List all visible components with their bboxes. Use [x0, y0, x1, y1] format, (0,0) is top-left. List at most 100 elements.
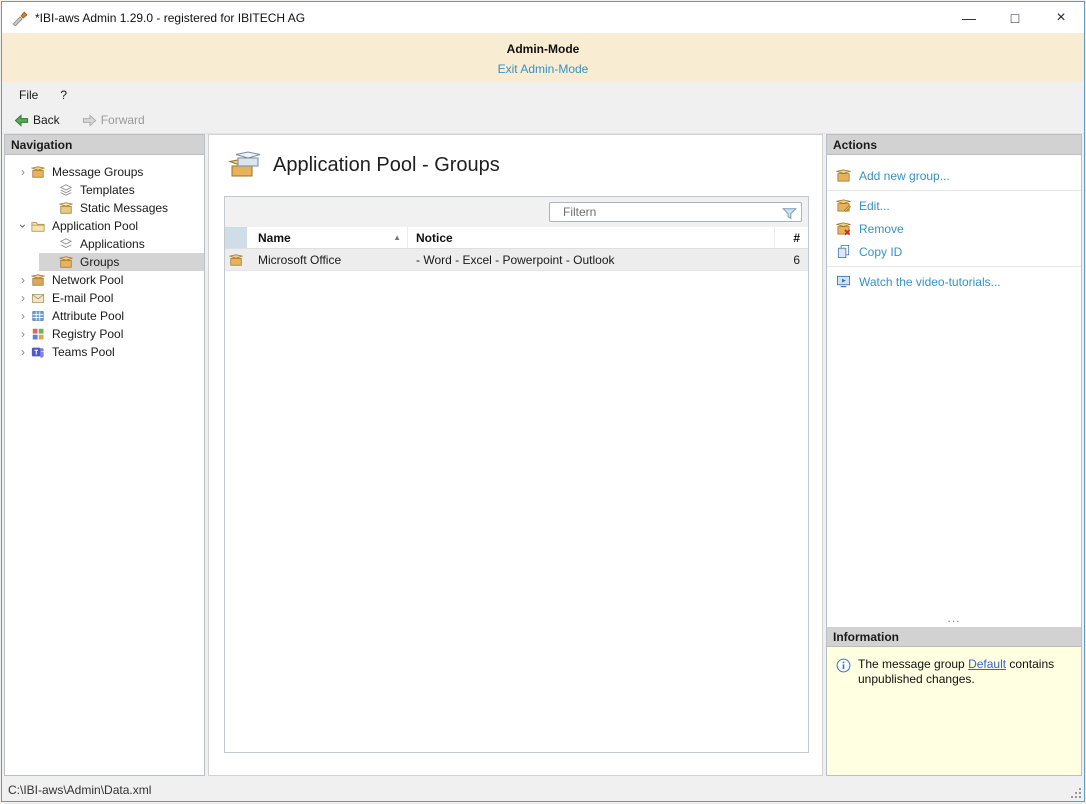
edit-group-box-icon: [836, 198, 851, 213]
menu-help[interactable]: ?: [49, 85, 78, 105]
filter-funnel-icon[interactable]: [781, 205, 798, 220]
admin-mode-banner: Admin-Mode Exit Admin-Mode: [2, 33, 1084, 82]
nav-item-templates[interactable]: Templates: [5, 181, 204, 199]
menu-file[interactable]: File: [8, 85, 49, 105]
table-header: Name ▲ Notice #: [225, 227, 808, 249]
nav-item-network-pool[interactable]: › Network Pool: [5, 271, 204, 289]
video-tutorial-icon: [836, 274, 851, 289]
sort-ascending-icon: ▲: [393, 233, 401, 242]
filter-row: [225, 197, 808, 227]
nav-item-label: Groups: [80, 255, 119, 269]
video-tutorials-link[interactable]: Watch the video-tutorials...: [827, 270, 1081, 293]
nav-item-label: Applications: [80, 237, 145, 251]
data-file-path: C:\IBI-aws\Admin\Data.xml: [8, 783, 151, 797]
nav-item-message-groups[interactable]: › Message Groups: [5, 163, 204, 181]
maximize-button[interactable]: □: [992, 2, 1038, 33]
app-window: *IBI-aws Admin 1.29.0 - registered for I…: [1, 1, 1085, 802]
information-message: The message group Default contains unpub…: [858, 657, 1072, 765]
toolbar: Back Forward: [2, 107, 1084, 134]
nav-item-registry-pool[interactable]: › Registry Pool: [5, 325, 204, 343]
right-panel: Actions Add new group... Edit... Remove: [826, 134, 1082, 776]
table-empty-area: [225, 271, 808, 752]
nav-item-label: Templates: [80, 183, 135, 197]
minimize-button[interactable]: —: [946, 2, 992, 33]
icon-column-header[interactable]: [225, 227, 247, 248]
groups-stack-icon: [226, 150, 262, 180]
chevron-right-icon[interactable]: ›: [15, 292, 31, 304]
nav-item-label: Registry Pool: [52, 327, 123, 341]
nav-item-attribute-pool[interactable]: › Attribute Pool: [5, 307, 204, 325]
remove-link[interactable]: Remove: [827, 217, 1081, 240]
menu-bar: File ?: [2, 82, 1084, 107]
message-groups-box-icon: [31, 165, 47, 179]
add-new-group-link[interactable]: Add new group...: [827, 164, 1081, 187]
app-logo-icon: [11, 9, 28, 26]
separator: [827, 266, 1081, 267]
teams-pool-icon: [31, 345, 47, 359]
count-column-header[interactable]: #: [775, 227, 808, 248]
name-column-label: Name: [258, 231, 291, 245]
back-label: Back: [33, 113, 60, 127]
action-label: Copy ID: [859, 245, 902, 259]
group-box-icon: [229, 253, 243, 267]
row-icon-cell: [225, 249, 247, 270]
copy-id-link[interactable]: Copy ID: [827, 240, 1081, 263]
row-name-cell: Microsoft Office: [247, 249, 408, 270]
attribute-pool-grid-icon: [31, 309, 47, 323]
navigation-panel: Navigation › Message Groups Templates St…: [4, 134, 205, 776]
exit-admin-mode-link[interactable]: Exit Admin-Mode: [2, 62, 1084, 76]
page-title: Application Pool - Groups: [273, 154, 500, 177]
titlebar: *IBI-aws Admin 1.29.0 - registered for I…: [2, 2, 1084, 33]
chevron-right-icon[interactable]: ›: [15, 346, 31, 358]
application-pool-folder-icon: [31, 219, 47, 233]
resize-grip-icon[interactable]: [1070, 787, 1083, 800]
nav-item-groups[interactable]: Groups: [5, 253, 204, 271]
nav-item-label: Message Groups: [52, 165, 143, 179]
nav-item-static-messages[interactable]: Static Messages: [5, 199, 204, 217]
forward-label: Forward: [101, 113, 145, 127]
back-arrow-icon: [14, 113, 29, 128]
forward-button[interactable]: Forward: [78, 111, 149, 130]
static-messages-box-icon: [59, 201, 75, 215]
email-pool-box-icon: [31, 291, 47, 305]
row-notice-cell: - Word - Excel - Powerpoint - Outlook: [408, 249, 775, 270]
chevron-down-icon[interactable]: ›: [17, 218, 29, 234]
actions-overflow-handle[interactable]: ...: [827, 611, 1081, 627]
applications-layers-icon: [59, 237, 75, 251]
page-title-row: Application Pool - Groups: [226, 150, 809, 180]
navigation-tree: › Message Groups Templates Static Messag…: [5, 155, 204, 775]
notice-column-label: Notice: [416, 231, 453, 245]
information-header: Information: [827, 627, 1081, 647]
filter-input[interactable]: [550, 205, 781, 219]
chevron-right-icon[interactable]: ›: [15, 310, 31, 322]
admin-mode-title: Admin-Mode: [2, 42, 1084, 56]
nav-item-email-pool[interactable]: › E-mail Pool: [5, 289, 204, 307]
name-column-header[interactable]: Name ▲: [247, 227, 408, 248]
actions-body: Add new group... Edit... Remove Copy ID: [827, 155, 1081, 627]
window-controls: — □ ×: [946, 2, 1084, 33]
nav-item-label: Static Messages: [80, 201, 168, 215]
nav-item-applications[interactable]: Applications: [5, 235, 204, 253]
network-pool-box-icon: [31, 273, 47, 287]
back-button[interactable]: Back: [10, 111, 64, 130]
templates-layers-icon: [59, 183, 75, 197]
separator: [827, 190, 1081, 191]
action-label: Edit...: [859, 199, 890, 213]
actions-header: Actions: [827, 135, 1081, 155]
table-row[interactable]: Microsoft Office - Word - Excel - Powerp…: [225, 249, 808, 271]
default-group-link[interactable]: Default: [968, 657, 1006, 671]
action-label: Add new group...: [859, 169, 950, 183]
content-panel: Application Pool - Groups Name ▲: [208, 134, 823, 776]
main-area: Navigation › Message Groups Templates St…: [2, 134, 1084, 779]
chevron-right-icon[interactable]: ›: [15, 166, 31, 178]
nav-item-teams-pool[interactable]: › Teams Pool: [5, 343, 204, 361]
nav-item-application-pool[interactable]: › Application Pool: [5, 217, 204, 235]
chevron-right-icon[interactable]: ›: [15, 328, 31, 340]
close-button[interactable]: ×: [1038, 2, 1084, 33]
edit-link[interactable]: Edit...: [827, 194, 1081, 217]
chevron-right-icon[interactable]: ›: [15, 274, 31, 286]
groups-table: Name ▲ Notice # Microsoft Office -: [224, 196, 809, 753]
notice-column-header[interactable]: Notice: [408, 227, 775, 248]
action-label: Watch the video-tutorials...: [859, 275, 1001, 289]
info-text-before: The message group: [858, 657, 968, 671]
